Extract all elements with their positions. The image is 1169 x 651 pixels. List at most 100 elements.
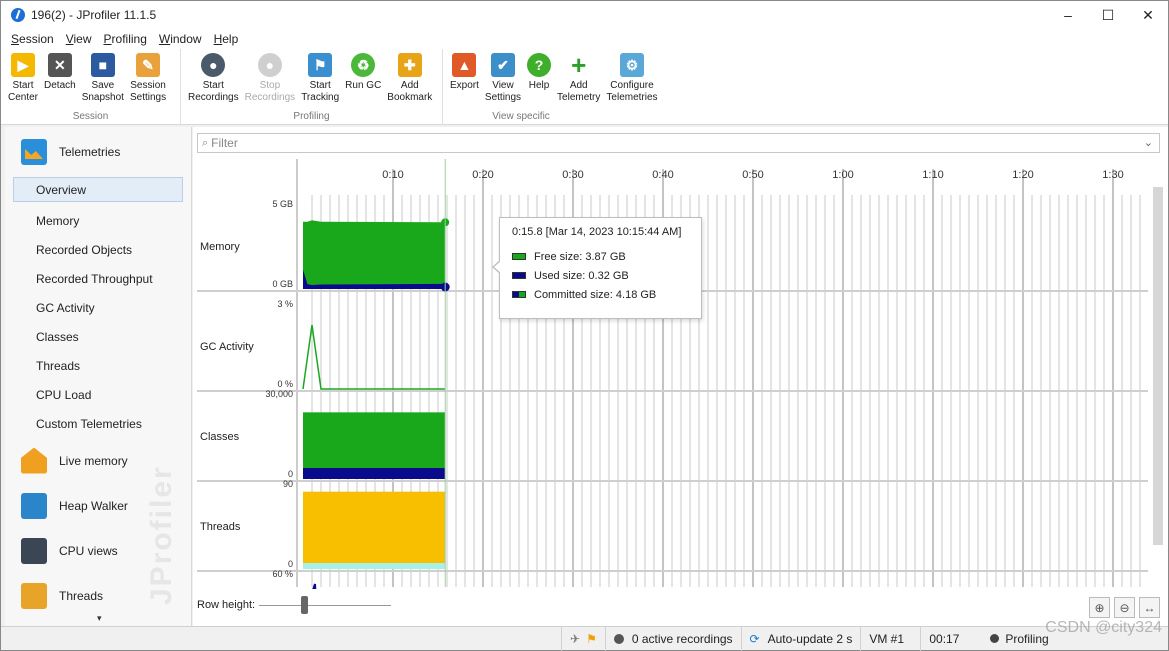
vertical-scrollbar — [1153, 187, 1163, 545]
detach-label: Detach — [44, 80, 76, 91]
ribbon-group-session: ▶ Start Center ✕ Detach ■ Save Snapshot … — [1, 49, 181, 125]
status-autoupdate[interactable]: ⟳ Auto-update 2 s — [740, 626, 861, 651]
y-min-label: 0 % — [277, 379, 293, 389]
row-height-slider[interactable] — [259, 595, 392, 614]
menu-view[interactable]: View — [60, 32, 98, 46]
sidebar-item-recorded-objects[interactable]: Recorded Objects — [5, 235, 191, 264]
free-size-swatch — [512, 253, 526, 260]
stop-record-icon: ● — [257, 53, 282, 77]
time-tick-label: 1:00 — [832, 169, 853, 181]
zoom-in-icon[interactable]: ⊕ — [1089, 597, 1110, 618]
stop-recordings-label: Stop Recordings — [244, 80, 296, 103]
profiling-mode-text: Profiling — [1005, 631, 1049, 646]
profiling-group-label: Profiling — [293, 111, 330, 122]
filter-placeholder: Filter — [211, 136, 238, 150]
export-arrow-icon: ▲ — [452, 53, 477, 77]
row-height-slider-thumb[interactable] — [301, 595, 309, 614]
time-tick-label: 1:10 — [922, 169, 943, 181]
threads-low-area — [303, 563, 446, 569]
y-max-label: 3 % — [277, 299, 293, 309]
auto-update-text: Auto-update 2 s — [767, 631, 853, 646]
fit-width-icon[interactable]: ↔ — [1139, 597, 1160, 618]
tooltip-used-size: Used size: 0.32 GB — [534, 269, 629, 282]
recycle-icon: ♻ — [351, 53, 376, 77]
view-settings-label: View Settings — [484, 80, 522, 103]
menu-help[interactable]: Help — [208, 32, 245, 46]
telemetry-timeline[interactable]: 0:10 0:20 0:30 0:40 0:50 1:00 1:10 1:20 1:30 Memo… — [193, 159, 1168, 623]
menu-window-label: indow — [170, 32, 202, 46]
time-tick-label: 1:30 — [1102, 169, 1123, 181]
floppy-disk-icon: ■ — [90, 53, 115, 77]
status-recordings: 0 active recordings — [604, 626, 741, 651]
sidebar-scroll-down-icon[interactable]: ▾ — [97, 613, 102, 624]
minimize-button[interactable]: – — [1048, 1, 1088, 29]
telemetries-icon — [21, 139, 47, 165]
threads-label: Threads — [59, 588, 104, 603]
sidebar-item-gc-activity[interactable]: GC Activity — [5, 293, 191, 322]
menu-view-label: iew — [73, 32, 92, 46]
sidebar-item-custom-telemetries[interactable]: Custom Telemetries — [5, 409, 191, 438]
help-icon: ? — [527, 53, 552, 77]
sidebar-section-telemetries[interactable]: Telemetries — [5, 127, 191, 177]
status-bar: ✈ ⚑ 0 active recordings ⟳ Auto-update 2 … — [1, 626, 1168, 651]
time-tick-label: 0:20 — [472, 169, 493, 181]
row-label-classes: Classes — [200, 431, 240, 443]
start-center-label: Start Center — [8, 80, 39, 103]
y-max-label: 90 — [283, 479, 293, 489]
sidebar-item-recorded-throughput[interactable]: Recorded Throughput — [5, 264, 191, 293]
ribbon-group-profiling: ● Start Recordings ● Stop Recordings ⚑ S… — [181, 49, 443, 125]
maximize-button[interactable]: ☐ — [1088, 1, 1128, 29]
menu-session[interactable]: Session — [5, 32, 60, 46]
cpu-load-line — [302, 583, 318, 620]
configure-telemetries-button[interactable]: ⚙ Configure Telemetries — [603, 51, 660, 125]
menu-profiling-label: rofiling — [111, 32, 147, 46]
telemetry-tooltip: 0:15.8 [Mar 14, 2023 10:15:44 AM] Free s… — [492, 217, 702, 319]
add-telemetry-label: Add Telemetry — [557, 80, 601, 103]
cpu-chip-icon — [21, 537, 47, 564]
row-label-gc-activity: GC Activity — [200, 341, 254, 353]
record-icon: ● — [201, 53, 226, 77]
y-max-label: 5 GB — [272, 199, 293, 209]
y-min-label: 0 GB — [272, 279, 293, 289]
zoom-controls: ⊕ ⊖ ↔ — [1089, 597, 1160, 618]
menu-bar: Session View Profiling Window Help — [1, 29, 1168, 49]
session-settings-label: Session Settings — [129, 80, 167, 103]
sidebar-item-threads[interactable]: Threads — [5, 351, 191, 380]
add-bookmark-label: Add Bookmark — [387, 80, 433, 103]
menu-window[interactable]: Window — [153, 32, 208, 46]
time-tick-label: 0:30 — [562, 169, 583, 181]
menu-help-label: elp — [222, 32, 239, 46]
view-specific-group-label: View specific — [492, 111, 550, 122]
bookmark-icon: ✚ — [397, 53, 422, 77]
tracking-icon: ⚑ — [308, 53, 333, 77]
jprofiler-watermark: JProfiler — [145, 465, 178, 605]
row-height-label: Row height: — [197, 599, 256, 611]
status-bookmarks[interactable]: ✈ ⚑ — [561, 626, 605, 651]
filter-field[interactable]: ⌕ Filter ⌄ — [197, 133, 1160, 153]
time-tick-label: 1:20 — [1012, 169, 1033, 181]
chevron-down-icon[interactable]: ⌄ — [1144, 136, 1153, 149]
export-label: Export — [450, 80, 479, 91]
threads-area — [303, 491, 446, 569]
tooltip-free-size: Free size: 3.87 GB — [534, 250, 626, 263]
sidebar-item-classes[interactable]: Classes — [5, 322, 191, 351]
row-label-threads: Threads — [200, 521, 241, 533]
time-tick-label: 0:50 — [742, 169, 763, 181]
close-button[interactable]: ✕ — [1128, 1, 1168, 29]
flag-icon: ⚑ — [586, 631, 597, 646]
csdn-watermark: CSDN @city324 — [1045, 619, 1162, 636]
menu-profiling[interactable]: Profiling — [98, 32, 153, 46]
sidebar-item-overview[interactable]: Overview — [13, 177, 183, 202]
heap-walker-icon — [21, 492, 47, 519]
ribbon-toolbar: ▶ Start Center ✕ Detach ■ Save Snapshot … — [1, 49, 1168, 125]
y-min-label: 0 — [288, 559, 293, 569]
refresh-icon: ⟳ — [749, 631, 760, 646]
recording-dot-icon — [613, 633, 624, 644]
telemetries-label: Telemetries — [59, 145, 121, 159]
sidebar-item-cpu-load[interactable]: CPU Load — [5, 380, 191, 409]
time-tick-label: 0:10 — [382, 169, 403, 181]
time-tick-label: 0:40 — [652, 169, 673, 181]
sidebar-item-memory[interactable]: Memory — [5, 206, 191, 235]
status-vm: VM #1 — [860, 626, 920, 651]
zoom-out-icon[interactable]: ⊖ — [1114, 597, 1135, 618]
